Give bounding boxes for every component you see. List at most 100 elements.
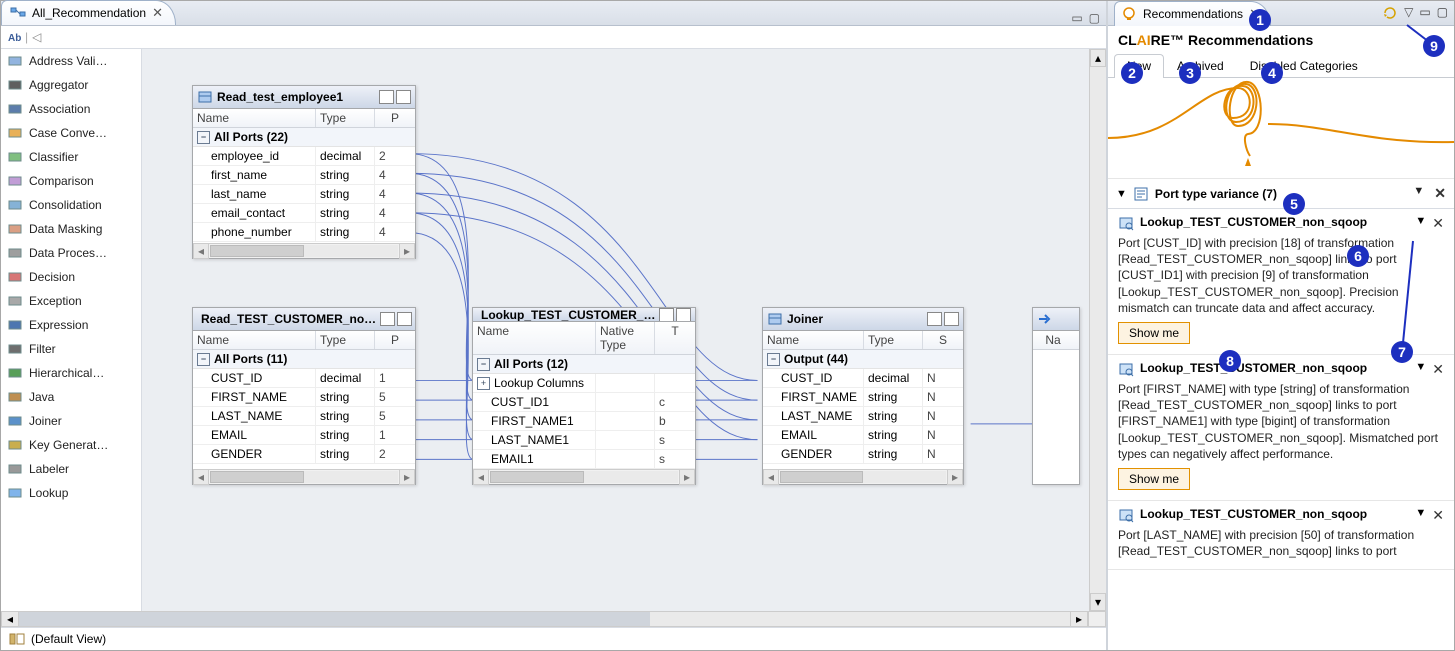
trx-horizontal-scrollbar[interactable]: ◂▸: [473, 469, 695, 484]
trx-port-row[interactable]: email_contactstring4: [193, 204, 415, 223]
trx-port-row[interactable]: phone_numberstring4: [193, 223, 415, 242]
palette-item[interactable]: Key Generat…: [1, 433, 141, 457]
card-close-icon[interactable]: ✕: [1432, 215, 1444, 232]
trx-port-row[interactable]: GENDERstring2: [193, 445, 415, 464]
palette-item[interactable]: Decision: [1, 265, 141, 289]
palette-item[interactable]: Joiner: [1, 409, 141, 433]
trx-horizontal-scrollbar[interactable]: ◂▸: [763, 469, 963, 484]
trx-port-row[interactable]: GENDERstringN: [763, 445, 963, 464]
scroll-right-arrow[interactable]: ▸: [947, 469, 963, 485]
trx-port-row[interactable]: EMAIL1s: [473, 450, 695, 469]
toolbar-back[interactable]: ◁: [32, 30, 41, 44]
palette-item[interactable]: Data Masking: [1, 217, 141, 241]
trx-port-row[interactable]: FIRST_NAME1b: [473, 412, 695, 431]
minimize-icon[interactable]: ▭: [1419, 5, 1430, 21]
trx-lookup-customer[interactable]: Lookup_TEST_CUSTOMER_…NameNative TypeT−A…: [472, 307, 696, 485]
trx-port-row[interactable]: last_namestring4: [193, 185, 415, 204]
collapse-icon[interactable]: −: [197, 353, 210, 366]
trx-port-row[interactable]: FIRST_NAMEstring5: [193, 388, 415, 407]
mapping-canvas[interactable]: Read_test_employee1NameTypeP−All Ports (…: [142, 49, 1089, 611]
palette-item[interactable]: Lookup: [1, 481, 141, 505]
trx-port-row[interactable]: EMAILstring1: [193, 426, 415, 445]
card-close-icon[interactable]: ✕: [1432, 507, 1444, 524]
view-menu-icon[interactable]: ▽: [1404, 5, 1413, 21]
palette-item[interactable]: Data Proces…: [1, 241, 141, 265]
minimize-icon[interactable]: ▭: [1071, 11, 1082, 25]
trx-group-header[interactable]: −All Ports (22): [193, 128, 415, 147]
scroll-right-arrow[interactable]: ▸: [1070, 611, 1088, 627]
palette-item[interactable]: Aggregator: [1, 73, 141, 97]
trx-port-row[interactable]: FIRST_NAMEstringN: [763, 388, 963, 407]
trx-group-header[interactable]: −Output (44): [763, 350, 963, 369]
show-me-button[interactable]: Show me: [1118, 322, 1190, 344]
trx-port-row[interactable]: EMAILstringN: [763, 426, 963, 445]
show-me-button[interactable]: Show me: [1118, 468, 1190, 490]
palette-item[interactable]: Java: [1, 385, 141, 409]
reco-category-header[interactable]: ▼ Port type variance (7) ▼ ✕: [1108, 179, 1454, 209]
trx-titlebar[interactable]: Lookup_TEST_CUSTOMER_…: [473, 308, 695, 322]
card-close-icon[interactable]: ✕: [1432, 361, 1444, 378]
trx-horizontal-scrollbar[interactable]: ◂▸: [193, 469, 415, 484]
trx-subgroup[interactable]: +Lookup Columns: [473, 374, 695, 393]
palette-item[interactable]: Expression: [1, 313, 141, 337]
scroll-left-arrow[interactable]: ◂: [1, 611, 19, 627]
trx-maximize[interactable]: [676, 308, 691, 322]
palette-item[interactable]: Address Vali…: [1, 49, 141, 73]
palette-item[interactable]: Comparison: [1, 169, 141, 193]
trx-minimize[interactable]: [379, 90, 394, 104]
scroll-right-arrow[interactable]: ▸: [399, 243, 415, 259]
scroll-left-arrow[interactable]: ◂: [763, 469, 779, 485]
trx-maximize[interactable]: [397, 312, 412, 326]
reco-tab[interactable]: Recommendations ✕: [1114, 1, 1271, 26]
scroll-left-arrow[interactable]: ◂: [473, 469, 489, 485]
chevron-down-icon[interactable]: ▼: [1116, 188, 1127, 200]
trx-port-row[interactable]: CUST_IDdecimalN: [763, 369, 963, 388]
subtab-archived[interactable]: Archived: [1164, 54, 1237, 77]
text-tool-icon[interactable]: Ab: [7, 30, 21, 44]
trx-titlebar[interactable]: [1033, 308, 1079, 331]
category-menu-icon[interactable]: ▼: [1413, 185, 1424, 202]
trx-titlebar[interactable]: Joiner: [763, 308, 963, 331]
trx-minimize[interactable]: [927, 312, 942, 326]
trx-joiner[interactable]: JoinerNameTypeS−Output (44)CUST_IDdecima…: [762, 307, 964, 485]
scroll-right-arrow[interactable]: ▸: [679, 469, 695, 485]
canvas-vertical-scrollbar[interactable]: ▴ ▾: [1089, 49, 1106, 611]
collapse-icon[interactable]: −: [197, 131, 210, 144]
palette-item[interactable]: Labeler: [1, 457, 141, 481]
trx-sink[interactable]: Na: [1032, 307, 1080, 485]
close-icon[interactable]: ✕: [1249, 6, 1260, 22]
trx-titlebar[interactable]: Read_TEST_CUSTOMER_no…: [193, 308, 415, 331]
trx-read-employee[interactable]: Read_test_employee1NameTypeP−All Ports (…: [192, 85, 416, 259]
refresh-icon[interactable]: [1382, 5, 1398, 21]
trx-port-row[interactable]: employee_iddecimal2: [193, 147, 415, 166]
scroll-up-arrow[interactable]: ▴: [1090, 49, 1106, 67]
palette-item[interactable]: Hierarchical…: [1, 361, 141, 385]
subtab-new[interactable]: New: [1114, 54, 1164, 78]
trx-titlebar[interactable]: Read_test_employee1: [193, 86, 415, 109]
trx-port-row[interactable]: first_namestring4: [193, 166, 415, 185]
palette-item[interactable]: Association: [1, 97, 141, 121]
subtab-disabled-categories[interactable]: Disabled Categories: [1237, 54, 1371, 77]
trx-port-row[interactable]: CUST_ID1c: [473, 393, 695, 412]
palette-item[interactable]: Classifier: [1, 145, 141, 169]
card-menu-icon[interactable]: ▼: [1415, 361, 1426, 373]
trx-minimize[interactable]: [659, 308, 674, 322]
trx-maximize[interactable]: [396, 90, 411, 104]
card-menu-icon[interactable]: ▼: [1415, 215, 1426, 227]
trx-horizontal-scrollbar[interactable]: ◂▸: [193, 243, 415, 258]
transformation-palette[interactable]: Address Vali…AggregatorAssociationCase C…: [1, 49, 142, 611]
palette-item[interactable]: Exception: [1, 289, 141, 313]
collapse-icon[interactable]: −: [767, 353, 780, 366]
palette-item[interactable]: Case Conve…: [1, 121, 141, 145]
trx-port-row[interactable]: LAST_NAMEstringN: [763, 407, 963, 426]
trx-group-header[interactable]: −All Ports (12): [473, 355, 695, 374]
trx-port-row[interactable]: CUST_IDdecimal1: [193, 369, 415, 388]
scroll-left-arrow[interactable]: ◂: [193, 469, 209, 485]
canvas-horizontal-scrollbar[interactable]: [19, 611, 1070, 627]
trx-port-row[interactable]: LAST_NAME1s: [473, 431, 695, 450]
trx-port-row[interactable]: LAST_NAMEstring5: [193, 407, 415, 426]
trx-group-header[interactable]: −All Ports (11): [193, 350, 415, 369]
scroll-right-arrow[interactable]: ▸: [399, 469, 415, 485]
close-icon[interactable]: ✕: [152, 5, 163, 21]
trx-read-customer[interactable]: Read_TEST_CUSTOMER_no…NameTypeP−All Port…: [192, 307, 416, 485]
